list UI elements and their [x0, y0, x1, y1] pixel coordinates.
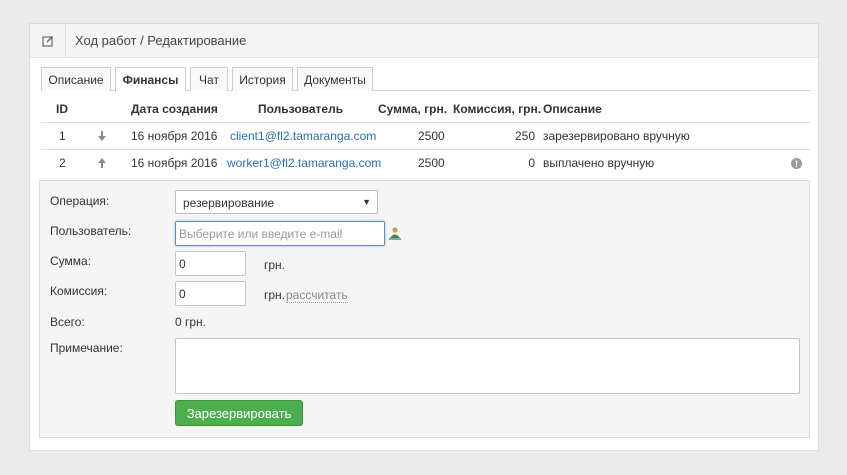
- tab-finance[interactable]: Финансы: [115, 67, 186, 92]
- arrow-up-icon: [98, 158, 106, 168]
- user-select-icon[interactable]: [388, 226, 402, 240]
- row-id: 2: [59, 156, 66, 170]
- note-label: Примечание:: [50, 341, 123, 355]
- tab-chat[interactable]: Чат: [190, 67, 228, 91]
- amount-unit: грн.: [264, 258, 286, 272]
- column-header-id: ID: [56, 102, 68, 116]
- commission-label: Комиссия:: [50, 284, 108, 298]
- row-date: 16 ноября 2016: [131, 156, 218, 170]
- chevron-down-icon: ▼: [362, 197, 371, 207]
- row-user-link[interactable]: client1@fl2.tamaranga.com: [230, 129, 376, 143]
- column-header-commission: Комиссия, грн.: [453, 102, 542, 116]
- table-row: 2 16 ноября 2016 worker1@fl2.tamaranga.c…: [41, 149, 811, 176]
- tab-history[interactable]: История: [232, 67, 293, 91]
- operation-selected-value: резервирование: [183, 196, 275, 210]
- transaction-form: Операция: резервирование ▼ Пользователь:…: [39, 180, 810, 438]
- row-amount: 2500: [418, 156, 445, 170]
- page-title: Ход работ / Редактирование: [75, 33, 247, 48]
- total-value: 0 грн.: [175, 315, 207, 329]
- user-email-input[interactable]: [175, 221, 385, 246]
- row-commission: 0: [528, 156, 535, 170]
- row-date: 16 ноября 2016: [131, 129, 218, 143]
- note-textarea[interactable]: [175, 338, 800, 394]
- commission-unit: грн.: [264, 288, 286, 302]
- operation-label: Операция:: [50, 194, 110, 208]
- column-header-description: Описание: [543, 102, 602, 116]
- column-header-amount: Сумма, грн.: [378, 102, 448, 116]
- amount-label: Сумма:: [50, 254, 92, 268]
- row-commission: 250: [515, 129, 536, 143]
- row-id: 1: [59, 129, 66, 143]
- amount-input[interactable]: [175, 251, 246, 276]
- total-label: Всего:: [50, 315, 85, 329]
- edit-icon: [41, 35, 53, 47]
- table-row: 1 16 ноября 2016 client1@fl2.tamaranga.c…: [41, 122, 811, 149]
- tab-description[interactable]: Описание: [41, 67, 111, 91]
- column-header-user: Пользователь: [258, 102, 344, 116]
- user-label: Пользователь:: [50, 224, 132, 238]
- operation-select[interactable]: резервирование ▼: [175, 190, 378, 214]
- commission-input[interactable]: [175, 281, 246, 306]
- reserve-button[interactable]: Зарезервировать: [175, 400, 303, 426]
- header-icon-box: [30, 24, 66, 57]
- arrow-down-icon: [98, 131, 106, 141]
- row-description: зарезервировано вручную: [543, 129, 690, 143]
- calculate-link[interactable]: рассчитать: [286, 288, 348, 303]
- info-icon[interactable]: !: [791, 158, 802, 169]
- column-header-date: Дата создания: [131, 102, 218, 116]
- tab-documents[interactable]: Документы: [297, 67, 373, 91]
- row-user-link[interactable]: worker1@fl2.tamaranga.com: [227, 156, 381, 170]
- row-amount: 2500: [418, 129, 445, 143]
- panel-header: Ход работ / Редактирование: [30, 24, 818, 58]
- edit-panel: Ход работ / Редактирование Описание Фина…: [29, 23, 819, 451]
- tab-bar: Описание Финансы Чат История Документы: [41, 67, 811, 92]
- row-description: выплачено вручную: [543, 156, 655, 170]
